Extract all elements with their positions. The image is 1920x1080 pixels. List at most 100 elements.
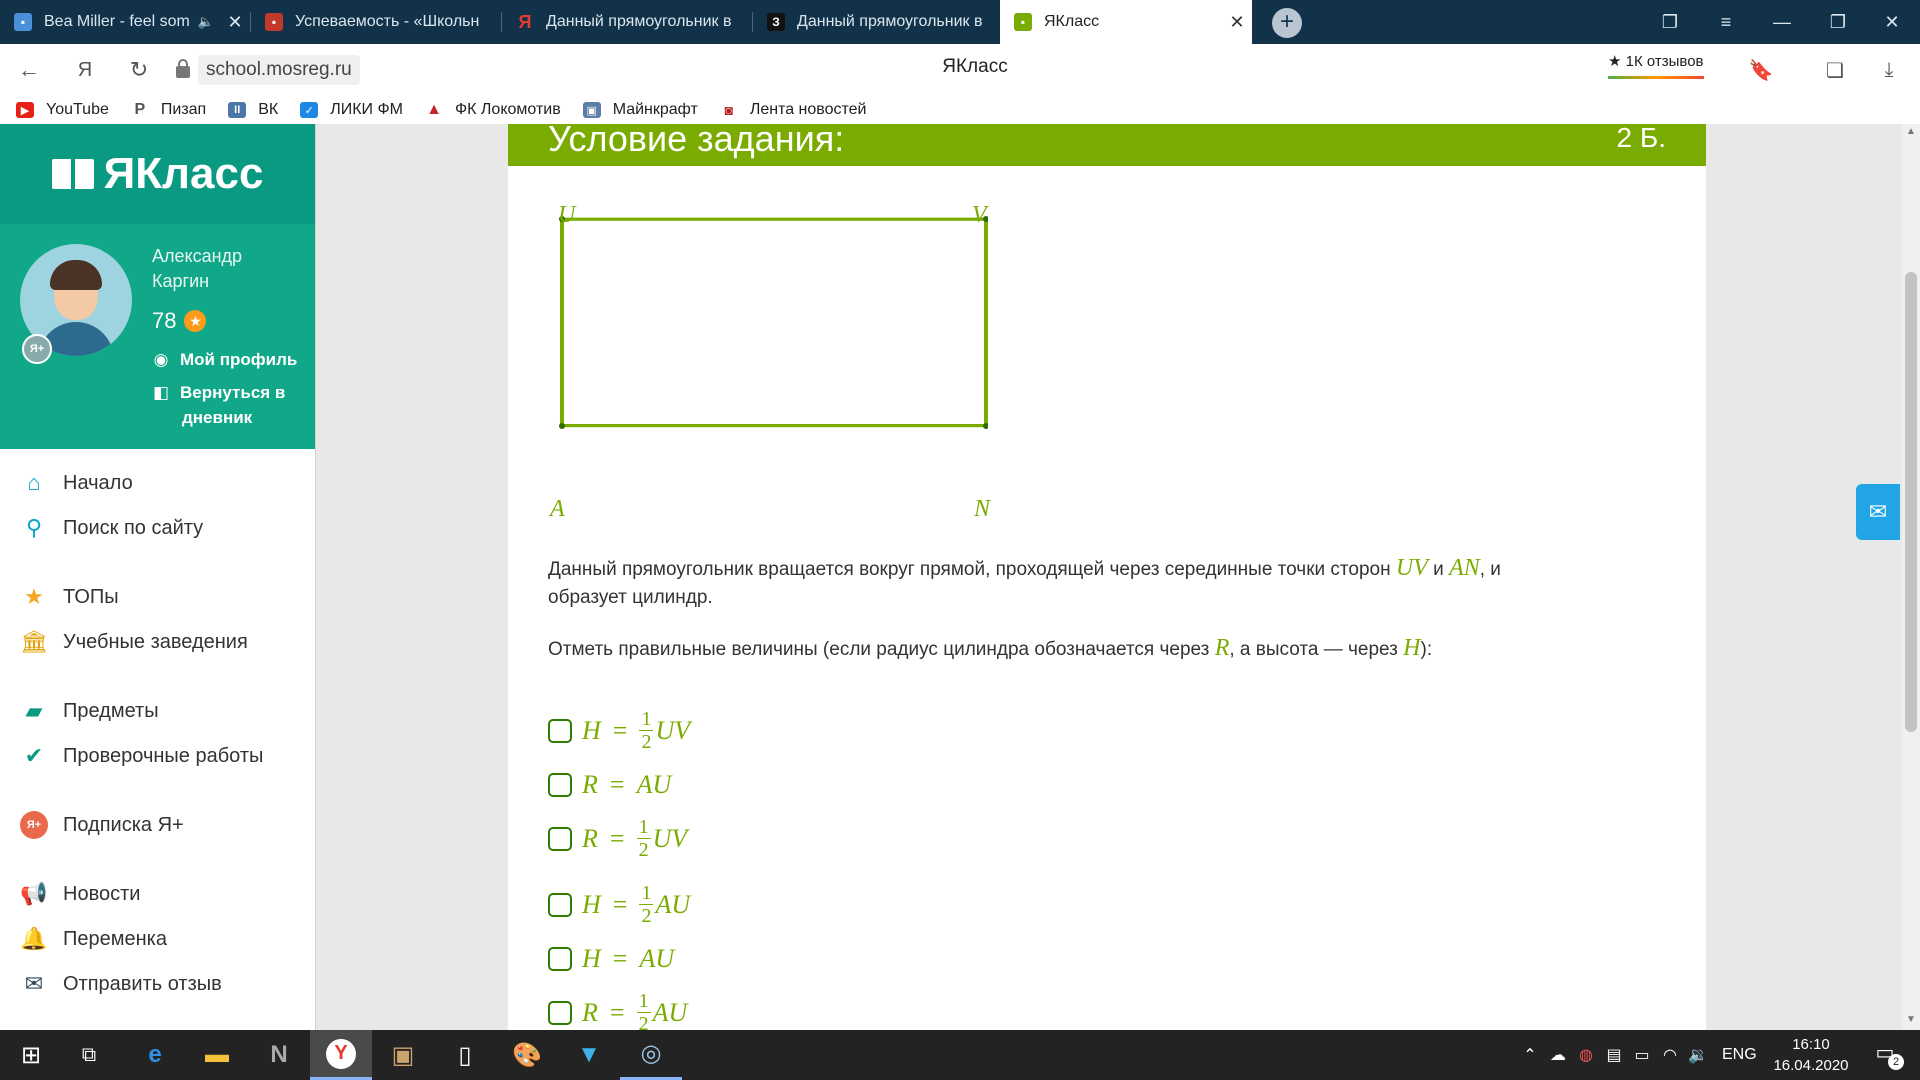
file-explorer-icon[interactable]: ▬ [186,1030,248,1080]
vertex-n [983,423,988,429]
app-n-icon[interactable]: N [248,1030,310,1080]
sidebar-item-news[interactable]: 📢 Новости [20,880,140,908]
bookmarks-bar: ▶ YouTube P Пизап II ВК ✓ ЛИКИ ФМ ▲ ФК Л… [0,96,1920,125]
bookmark-vk[interactable]: II ВК [228,101,278,119]
bookmark-lokomotiv[interactable]: ▲ ФК Локомотив [425,101,561,119]
sidebar-item-break[interactable]: 🔔 Переменка [20,925,167,953]
battery-icon[interactable]: ▭ [1628,1045,1656,1065]
user-name[interactable]: Александр Каргин [152,244,302,294]
answer-option-1[interactable]: H = 12 UV [548,708,690,753]
windows-start-icon[interactable]: ⊞ [0,1030,62,1080]
star-icon: ★ [24,584,44,609]
label-v: V [972,202,987,228]
checkbox[interactable] [548,773,572,797]
my-profile-link[interactable]: ◉ Мой профиль [152,350,298,370]
page-scrollbar[interactable]: ▲ ▼ [1902,124,1920,1030]
bookmark-minecraft[interactable]: ▣ Майнкрафт [582,101,698,119]
notifications-icon[interactable]: ▭ 2 [1870,1040,1904,1070]
steam-icon[interactable]: ◎ [620,1030,682,1080]
reviews-badge[interactable]: ★ 1К отзывов [1608,52,1704,79]
download-icon[interactable]: ⤓ [1872,54,1906,86]
browser-tab-1[interactable]: ▪ Bea Miller - feel som 🔈 ✕ [0,0,250,44]
page-content: ЯКласс Я+ Александр Каргин 78 ★ ◉ Мой пр… [0,124,1920,1030]
checkbox[interactable] [548,892,572,917]
sidebar-item-subjects[interactable]: ▰ Предметы [20,697,159,725]
url-field[interactable]: school.mosreg.ru [176,54,360,86]
yaklass-logo[interactable]: ЯКласс [0,124,315,224]
clock[interactable]: 16:10 16.04.2020 [1758,1034,1864,1076]
book-icon: ▰ [25,698,43,723]
comment-icon: ✉ [24,971,44,996]
document-icon[interactable]: ▯ [434,1030,496,1080]
sidebar-item-tops[interactable]: ★ ТОПы [20,583,119,611]
scroll-up-icon[interactable]: ▲ [1902,126,1920,137]
sidebar-item-schools[interactable]: 🏛 Учебные заведения [20,628,248,656]
restore-icon[interactable]: ❐ [1810,0,1866,44]
notification-count: 2 [1888,1054,1904,1070]
close-window-icon[interactable]: ✕ [1864,0,1920,44]
sidebar-item-search[interactable]: ⚲ Поиск по сайту [20,514,203,542]
answer-option-6[interactable]: R = 12 AU [548,990,687,1030]
bookmark-news[interactable]: ◙ Лента новостей [720,101,867,119]
wifi-icon[interactable]: ◠ [1656,1045,1684,1065]
bell-icon: 🔔 [20,926,48,951]
volume-icon[interactable]: 🔉 [1684,1045,1712,1065]
bookmark-icon[interactable]: 🔖 [1744,54,1778,86]
yandex-logo-icon[interactable]: Я [68,54,102,86]
bookmark-pizap[interactable]: P Пизап [131,101,207,119]
institution-icon: 🏛 [20,629,48,654]
scroll-down-icon[interactable]: ▼ [1902,1014,1920,1025]
game-icon[interactable]: ▣ [372,1030,434,1080]
fraction: 12 [636,990,651,1030]
task-view-icon[interactable]: ⧉ [58,1030,120,1080]
tray-app-icon[interactable]: ▤ [1600,1045,1628,1065]
language-indicator[interactable]: ENG [1722,1046,1757,1064]
browser-tab-3[interactable]: Я Данный прямоугольник в [502,0,752,44]
checkbox[interactable] [548,826,572,851]
paint-icon[interactable]: 🎨 [496,1030,558,1080]
cloud-icon[interactable]: ☁ [1544,1045,1572,1065]
sidebar-item-subscription[interactable]: Я+ Подписка Я+ [20,811,184,839]
vpn-shield-icon[interactable]: ▼ [558,1030,620,1080]
browser-tab-4[interactable]: З Данный прямоугольник в [753,0,998,44]
chevron-up-icon[interactable]: ⌃ [1516,1045,1544,1065]
bookmark-youtube[interactable]: ▶ YouTube [16,101,109,119]
book-icon [51,159,94,189]
collections-icon[interactable]: ❏ [1818,54,1852,86]
checkbox[interactable] [548,718,572,743]
browser-tab-2[interactable]: ▪ Успеваемость - «Школьн [251,0,501,44]
refresh-icon[interactable]: ↻ [122,54,156,86]
browser-tab-active[interactable]: ▪ ЯКласс ✕ [1000,0,1252,44]
checkbox[interactable] [548,947,572,971]
new-tab-button[interactable]: + [1272,8,1302,38]
yandex-browser-icon[interactable]: Y [310,1030,372,1080]
answer-option-3[interactable]: R = 12 UV [548,816,687,861]
back-icon[interactable]: ← [12,54,46,86]
scrollbar-thumb[interactable] [1905,272,1917,732]
edge-icon[interactable]: e [124,1030,186,1080]
back-to-diary-link[interactable]: ◧ Вернуться в дневник [152,380,285,430]
answer-option-5[interactable]: H = AU [548,944,674,974]
subscription-badge-icon: Я+ [22,334,52,364]
close-icon[interactable]: ✕ [220,12,250,33]
mail-icon[interactable]: ✉ [1856,484,1900,540]
sidebar-item-tests[interactable]: ✔ Проверочные работы [20,742,264,770]
tabs-overview-icon[interactable]: ❐ [1642,0,1698,44]
menu-icon[interactable]: ≡ [1698,0,1754,44]
speaker-icon[interactable]: 🔈 [198,14,214,30]
school-icon: ▪ [265,13,283,31]
page-title: ЯКласс [942,56,1008,77]
sidebar-item-home[interactable]: ⌂ Начало [20,469,132,497]
checkbox[interactable] [548,1000,572,1025]
answer-option-4[interactable]: H = 12 AU [548,882,690,927]
bookmark-liki-fm[interactable]: ✓ ЛИКИ ФМ [300,101,403,119]
fraction: 12 [639,708,654,753]
rectangle-uvna [560,217,988,428]
minimize-icon[interactable]: — [1754,0,1810,44]
answer-option-2[interactable]: R = AU [548,770,671,800]
sidebar-item-feedback[interactable]: ✉ Отправить отзыв [20,970,222,998]
close-icon[interactable]: ✕ [1222,12,1252,33]
antivirus-icon[interactable]: ◍ [1572,1045,1600,1065]
youtube-icon: ▶ [16,102,34,118]
vk-icon: II [228,102,247,118]
